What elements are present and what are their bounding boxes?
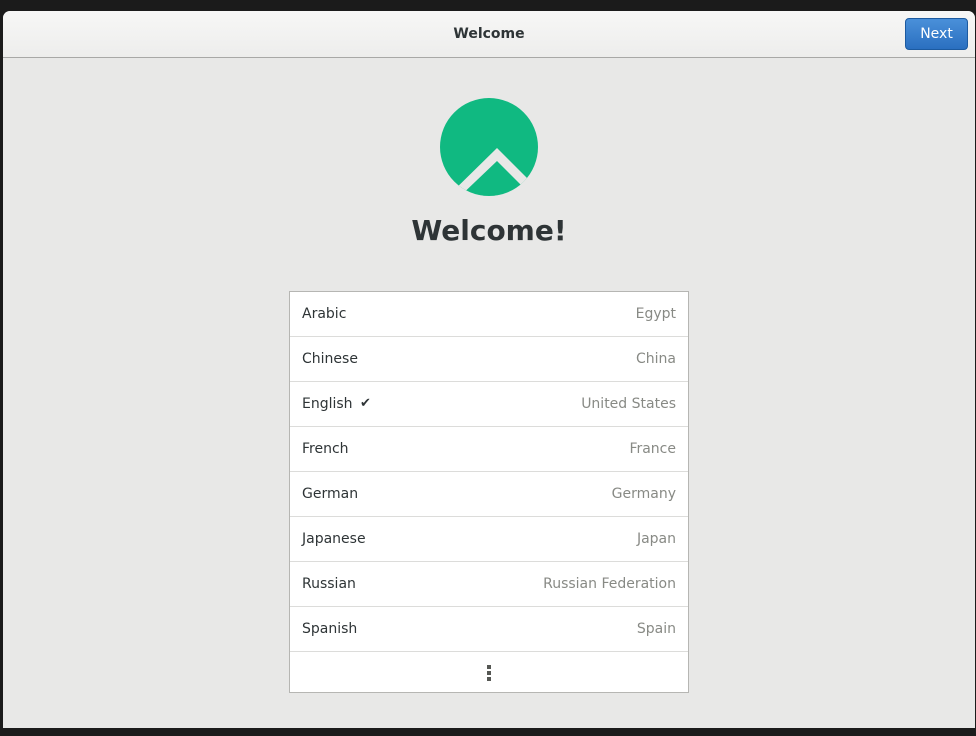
- header-bar: Welcome Next: [3, 11, 975, 58]
- language-region: Egypt: [635, 306, 676, 322]
- language-row-japanese[interactable]: Japanese Japan: [290, 517, 688, 562]
- language-row-chinese[interactable]: Chinese China: [290, 337, 688, 382]
- language-list: Arabic Egypt Chinese China English ✔ Uni…: [289, 291, 689, 693]
- language-name: Chinese: [302, 351, 358, 367]
- language-name: English: [302, 396, 353, 412]
- language-name: Arabic: [302, 306, 347, 322]
- language-region: Spain: [636, 621, 676, 637]
- checkmark-icon: ✔: [360, 396, 371, 411]
- language-region: Russian Federation: [543, 576, 676, 592]
- language-name: Japanese: [302, 531, 366, 547]
- language-row-french[interactable]: French France: [290, 427, 688, 472]
- language-region: China: [636, 351, 676, 367]
- language-region: France: [629, 441, 676, 457]
- language-region: Germany: [611, 486, 676, 502]
- more-languages-button[interactable]: [290, 652, 688, 692]
- next-button[interactable]: Next: [905, 18, 968, 50]
- welcome-heading: Welcome!: [411, 214, 567, 247]
- language-row-german[interactable]: German Germany: [290, 472, 688, 517]
- language-row-spanish[interactable]: Spanish Spain: [290, 607, 688, 652]
- language-name: Russian: [302, 576, 356, 592]
- window-title: Welcome: [453, 26, 525, 42]
- more-vertical-icon: [487, 665, 491, 681]
- language-row-english[interactable]: English ✔ United States: [290, 382, 688, 427]
- language-name: German: [302, 486, 359, 502]
- language-name: Spanish: [302, 621, 358, 637]
- welcome-window: Welcome Next Welcome! Arabic Egypt Chine…: [3, 11, 975, 728]
- language-name: French: [302, 441, 349, 457]
- rocky-linux-logo-icon: [440, 98, 538, 196]
- language-region: United States: [581, 396, 676, 412]
- language-region: Japan: [636, 531, 676, 547]
- language-row-arabic[interactable]: Arabic Egypt: [290, 292, 688, 337]
- language-row-russian[interactable]: Russian Russian Federation: [290, 562, 688, 607]
